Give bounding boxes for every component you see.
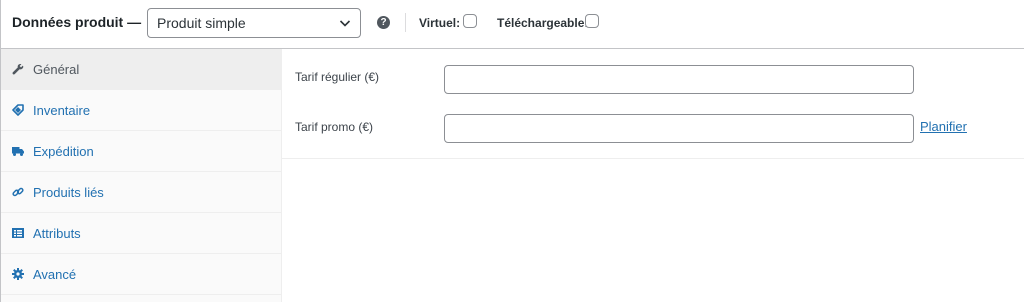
downloadable-checkbox[interactable] <box>585 14 599 28</box>
tab-advanced[interactable]: Avancé <box>1 254 281 295</box>
tab-linked-products-label: Produits liés <box>33 185 104 200</box>
product-data-title: Données produit — <box>12 14 142 30</box>
tag-icon <box>12 104 24 116</box>
regular-price-input[interactable] <box>444 65 914 94</box>
tab-inventory[interactable]: Inventaire <box>1 90 281 131</box>
tab-attributes-label: Attributs <box>33 226 81 241</box>
product-data-panel: Données produit — Produit simple ? Virtu… <box>0 0 1024 302</box>
product-type-select[interactable]: Produit simple <box>147 8 361 38</box>
gear-icon <box>12 268 24 280</box>
virtual-checkbox[interactable] <box>463 14 477 28</box>
wrench-icon <box>12 63 24 75</box>
sale-price-input[interactable] <box>444 114 914 143</box>
product-type-value: Produit simple <box>157 15 246 31</box>
downloadable-label: Téléchargeable: <box>497 16 589 30</box>
tab-general[interactable]: Général <box>1 49 281 90</box>
tab-general-label: Général <box>33 62 80 77</box>
tab-advanced-label: Avancé <box>33 267 77 282</box>
tab-attributes[interactable]: Attributs <box>1 213 281 254</box>
truck-icon <box>12 147 24 156</box>
tab-linked-products[interactable]: Produits liés <box>1 172 281 213</box>
question-icon[interactable]: ? <box>377 16 390 29</box>
sale-price-label: Tarif promo (€) <box>295 120 374 134</box>
header-divider <box>405 13 406 32</box>
list-icon <box>12 228 24 238</box>
tab-shipping-label: Expédition <box>33 144 94 159</box>
general-options-panel: Tarif régulier (€) Tarif promo (€) Plani… <box>282 49 1024 159</box>
virtual-label: Virtuel: <box>419 16 461 30</box>
link-icon <box>12 187 24 197</box>
product-data-header: Données produit — Produit simple ? Virtu… <box>1 0 1024 49</box>
schedule-link[interactable]: Planifier <box>920 119 967 134</box>
chevron-down-icon <box>339 20 351 27</box>
tab-inventory-label: Inventaire <box>33 103 91 118</box>
product-data-tabs: Général Inventaire Expédition Produits l… <box>1 49 282 302</box>
tab-shipping[interactable]: Expédition <box>1 131 281 172</box>
regular-price-label: Tarif régulier (€) <box>295 70 380 84</box>
